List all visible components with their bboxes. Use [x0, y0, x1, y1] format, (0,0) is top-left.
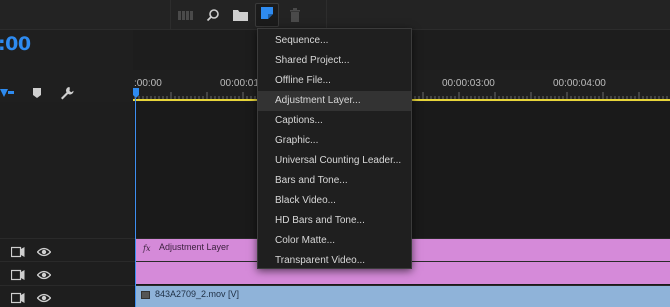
new-item-menu: Sequence... Shared Project... Offline File… — [257, 28, 412, 269]
ruler-label: :00:00 — [134, 78, 162, 89]
timecode-display[interactable]: :00 — [0, 33, 31, 55]
ruler-label: 00:00:01 — [220, 78, 259, 89]
menu-item[interactable]: Adjustment Layer... — [258, 91, 411, 111]
toggle-sync-lock-icon[interactable] — [10, 245, 25, 258]
menu-item[interactable]: Captions... — [258, 111, 411, 131]
toolbar-divider — [326, 0, 327, 30]
search-icon[interactable] — [205, 7, 221, 23]
menu-item[interactable]: Color Matte... — [258, 231, 411, 251]
menu-item[interactable]: Graphic... — [258, 131, 411, 151]
ruler-label: 00:00:03:00 — [442, 78, 495, 89]
ruler-label: 00:00:04:00 — [553, 78, 606, 89]
fx-badge: fx — [143, 244, 151, 253]
toggle-sync-lock-icon[interactable] — [10, 268, 25, 281]
trash-icon[interactable] — [287, 7, 303, 23]
toggle-sync-lock-icon[interactable] — [10, 291, 25, 304]
new-item-icon — [260, 6, 274, 25]
eye-icon[interactable] — [36, 245, 52, 257]
menu-item[interactable]: HD Bars and Tone... — [258, 211, 411, 231]
video-clip[interactable]: 843A2709_2.mov [V] — [135, 286, 670, 307]
marker-icon[interactable] — [31, 86, 45, 100]
menu-item[interactable]: Transparent Video... — [258, 251, 411, 271]
eye-icon[interactable] — [36, 268, 52, 280]
clip-label: 843A2709_2.mov [V] — [155, 289, 240, 299]
wrench-icon[interactable] — [60, 86, 74, 100]
menu-item[interactable]: Offline File... — [258, 71, 411, 91]
snap-icon[interactable] — [0, 86, 14, 100]
playhead-line[interactable] — [135, 98, 136, 307]
clip-thumbnail-icon — [141, 291, 150, 299]
toolbar-divider — [170, 0, 171, 30]
menu-item[interactable]: Sequence... — [258, 31, 411, 51]
menu-item[interactable]: Bars and Tone... — [258, 171, 411, 191]
eye-icon[interactable] — [36, 291, 52, 303]
clip-label: Adjustment Layer — [159, 242, 230, 252]
menu-item[interactable]: Black Video... — [258, 191, 411, 211]
project-toolbar — [0, 0, 670, 30]
bins-icon[interactable] — [178, 7, 194, 23]
menu-item[interactable]: Shared Project... — [258, 51, 411, 71]
folder-icon[interactable] — [232, 7, 248, 23]
menu-item[interactable]: Universal Counting Leader... — [258, 151, 411, 171]
new-item-button[interactable] — [255, 3, 279, 27]
